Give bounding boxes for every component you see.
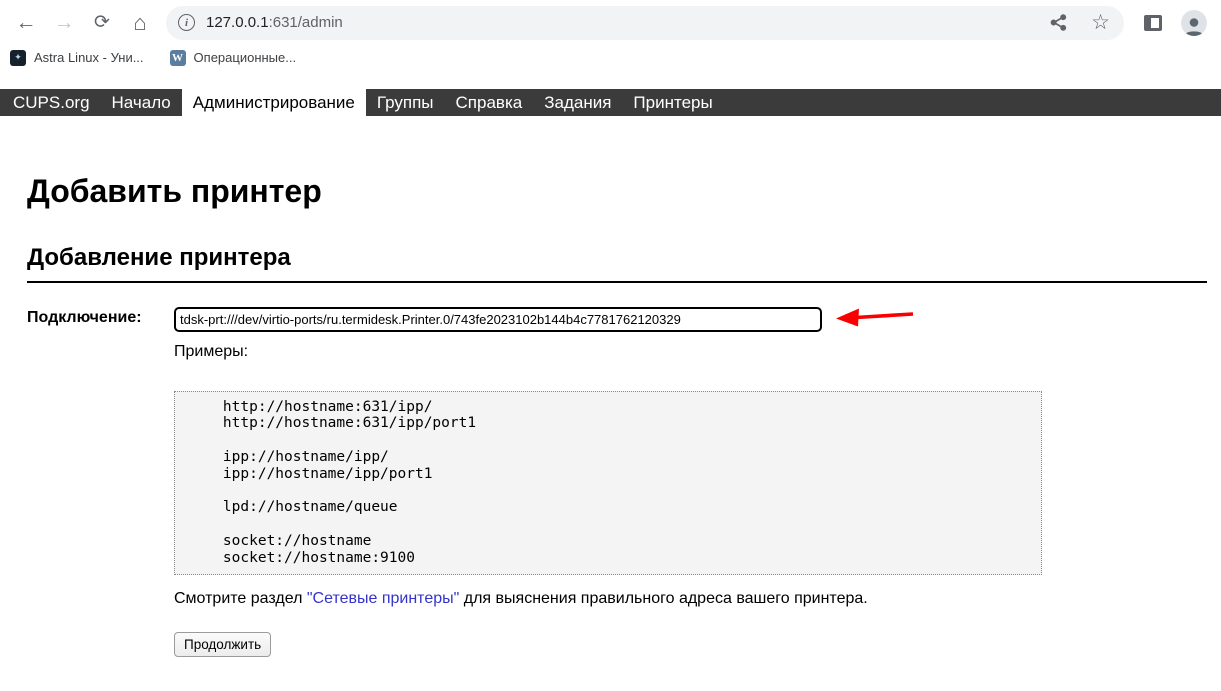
share-icon[interactable] bbox=[1050, 14, 1067, 31]
network-printers-hint: Смотрите раздел "Сетевые принтеры" для в… bbox=[174, 590, 1207, 608]
url-host: 127.0.0.1 bbox=[206, 14, 269, 31]
hint-suffix: для выяснения правильного адреса вашего … bbox=[459, 590, 867, 607]
wikipedia-favicon-icon: W bbox=[170, 50, 186, 66]
url-path: :631/admin bbox=[269, 14, 343, 31]
bookmark-label: Операционные... bbox=[194, 50, 297, 65]
connection-field-column: Примеры: http://hostname:631/ipp/ http:/… bbox=[174, 305, 1207, 657]
nav-item-printers[interactable]: Принтеры bbox=[622, 89, 723, 116]
nav-item-cups-org[interactable]: CUPS.org bbox=[2, 89, 101, 116]
address-bar[interactable]: i 127.0.0.1:631/admin ☆ bbox=[166, 6, 1124, 40]
nav-item-jobs[interactable]: Задания bbox=[533, 89, 622, 116]
bookmarks-bar: ✦ Astra Linux - Уни... W Операционные... bbox=[0, 45, 1221, 70]
side-panel-icon[interactable] bbox=[1144, 15, 1162, 31]
url-text[interactable]: 127.0.0.1:631/admin bbox=[206, 14, 1050, 31]
connection-examples-box: http://hostname:631/ipp/ http://hostname… bbox=[174, 391, 1042, 575]
network-printers-link[interactable]: "Сетевые принтеры" bbox=[307, 590, 459, 607]
continue-button[interactable]: Продолжить bbox=[174, 632, 271, 657]
home-icon[interactable]: ⌂ bbox=[128, 11, 152, 35]
section-title: Добавление принтера bbox=[27, 245, 1207, 282]
bookmark-star-icon[interactable]: ☆ bbox=[1091, 12, 1110, 33]
examples-label: Примеры: bbox=[174, 343, 1207, 361]
connection-label: Подключение: bbox=[27, 305, 174, 327]
bookmark-astra-linux[interactable]: ✦ Astra Linux - Уни... bbox=[10, 50, 144, 66]
nav-item-home[interactable]: Начало bbox=[101, 89, 182, 116]
browser-toolbar: ← → ⟳ ⌂ i 127.0.0.1:631/admin ☆ bbox=[0, 0, 1221, 45]
nav-item-help[interactable]: Справка bbox=[445, 89, 534, 116]
reload-icon[interactable]: ⟳ bbox=[90, 11, 114, 35]
forward-icon[interactable]: → bbox=[52, 11, 76, 35]
nav-item-administration[interactable]: Администрирование bbox=[182, 89, 366, 116]
bookmark-label: Astra Linux - Уни... bbox=[34, 50, 144, 65]
page-title: Добавить принтер bbox=[27, 174, 1207, 209]
red-arrow-annotation bbox=[834, 305, 916, 334]
back-icon[interactable]: ← bbox=[14, 11, 38, 35]
cups-nav-bar: CUPS.org Начало Администрирование Группы… bbox=[0, 89, 1221, 116]
nav-item-classes[interactable]: Группы bbox=[366, 89, 445, 116]
astra-favicon-icon: ✦ bbox=[10, 50, 26, 66]
page-info-icon[interactable]: i bbox=[178, 14, 195, 31]
connection-uri-input[interactable] bbox=[174, 307, 822, 332]
connection-form-row: Подключение: Примеры: http://hostname:63… bbox=[27, 305, 1207, 657]
profile-avatar-icon[interactable] bbox=[1181, 10, 1207, 36]
page-content: Добавить принтер Добавление принтера Под… bbox=[0, 174, 1221, 657]
hint-prefix: Смотрите раздел bbox=[174, 590, 307, 607]
bookmark-wikipedia[interactable]: W Операционные... bbox=[170, 50, 297, 66]
